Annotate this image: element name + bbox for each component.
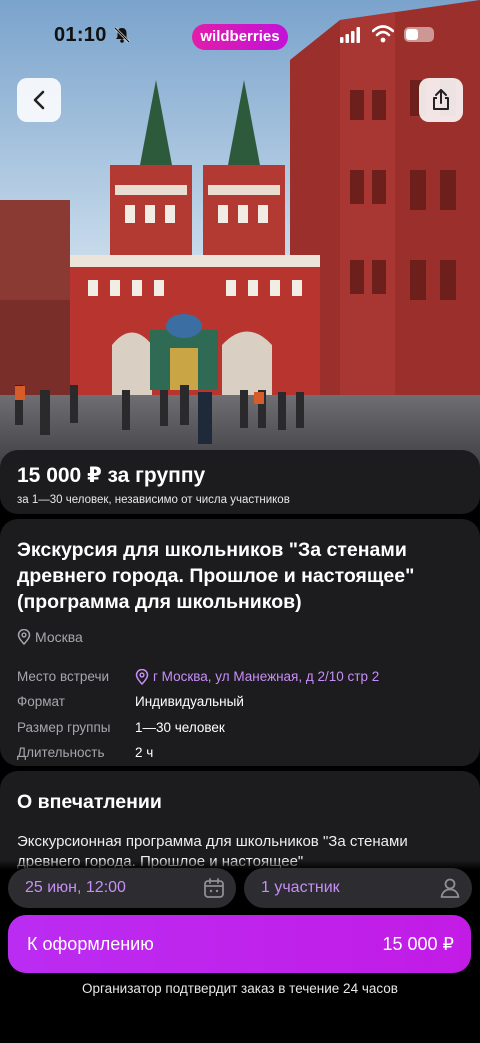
tour-city: Москва bbox=[17, 629, 463, 645]
share-button[interactable] bbox=[419, 78, 463, 122]
date-picker[interactable]: 25 июн, 12:00 bbox=[8, 868, 236, 908]
confirmation-note: Организатор подтвердит заказ в течение 2… bbox=[82, 981, 398, 996]
price-card: 15 000 ₽ за группу за 1—30 человек, неза… bbox=[0, 450, 480, 514]
meeting-point-link[interactable]: г Москва, ул Манежная, д 2/10 стр 2 bbox=[135, 668, 380, 685]
back-button[interactable] bbox=[17, 78, 61, 122]
location-pin-icon bbox=[135, 668, 149, 685]
detail-label: Размер группы bbox=[17, 719, 111, 735]
detail-value: Индивидуальный bbox=[135, 694, 244, 710]
status-time: 01:10 bbox=[54, 24, 107, 46]
booking-bar: 25 июн, 12:00 1 участник К оформлению 15… bbox=[0, 860, 480, 1043]
location-pin-icon bbox=[17, 629, 31, 645]
checkout-button[interactable]: К оформлению 15 000 ₽ bbox=[8, 915, 471, 973]
checkout-price: 15 000 ₽ bbox=[382, 933, 454, 954]
price-subtitle: за 1—30 человек, независимо от числа уча… bbox=[17, 494, 290, 506]
date-value: 25 июн, 12:00 bbox=[25, 879, 126, 896]
tour-title: Экскурсия для школьников "За стенами дре… bbox=[17, 539, 415, 613]
tour-info-card: Экскурсия для школьников "За стенами дре… bbox=[0, 519, 480, 766]
share-icon bbox=[433, 89, 449, 110]
wifi-icon bbox=[372, 25, 394, 43]
back-arrow-icon bbox=[33, 90, 45, 110]
brand-logo: wildberries bbox=[192, 24, 288, 50]
detail-row-format: Формат Индивидуальный bbox=[17, 689, 463, 714]
calendar-icon bbox=[204, 878, 224, 898]
detail-label: Формат bbox=[17, 694, 65, 710]
detail-value: 1—30 человек bbox=[135, 719, 225, 735]
hero-photo bbox=[0, 0, 480, 470]
signal-icon bbox=[340, 27, 360, 43]
tour-details: Место встречи г Москва, ул Манежная, д 2… bbox=[17, 664, 463, 765]
detail-label: Длительность bbox=[17, 745, 105, 761]
person-icon bbox=[440, 878, 460, 898]
detail-value: г Москва, ул Манежная, д 2/10 стр 2 bbox=[153, 669, 380, 685]
checkout-label: К оформлению bbox=[27, 933, 154, 954]
status-bar: 01:10 wildberries bbox=[0, 0, 480, 70]
participants-picker[interactable]: 1 участник bbox=[244, 868, 472, 908]
participants-value: 1 участник bbox=[261, 879, 340, 896]
detail-value: 2 ч bbox=[135, 745, 154, 761]
battery-icon bbox=[404, 27, 434, 42]
city-label: Москва bbox=[35, 629, 83, 645]
bell-off-icon bbox=[114, 27, 130, 43]
detail-row-meeting-point: Место встречи г Москва, ул Манежная, д 2… bbox=[17, 664, 463, 689]
about-title: О впечатлении bbox=[17, 791, 162, 813]
detail-row-group-size: Размер группы 1—30 человек bbox=[17, 715, 463, 740]
detail-row-duration: Длительность 2 ч bbox=[17, 740, 463, 765]
price-amount: 15 000 ₽ за группу bbox=[17, 464, 206, 487]
detail-label: Место встречи bbox=[17, 669, 110, 685]
